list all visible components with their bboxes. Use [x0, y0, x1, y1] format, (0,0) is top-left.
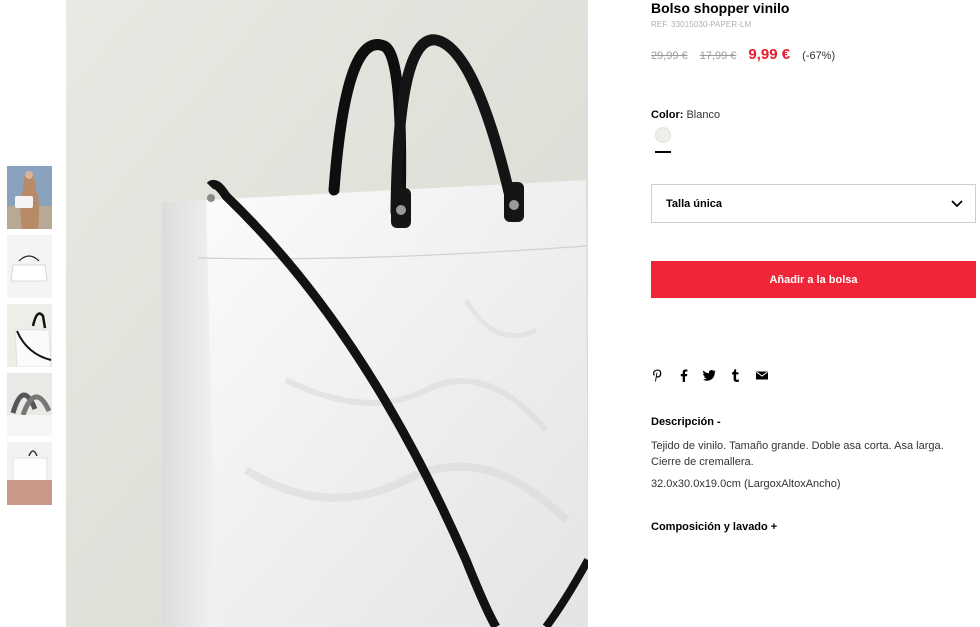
twitter-icon[interactable]: [703, 369, 716, 382]
color-swatch-blanco[interactable]: [655, 127, 671, 143]
share-icons: [651, 369, 781, 382]
product-title: Bolso shopper vinilo: [651, 0, 790, 16]
previous-price: 17,99 €: [699, 50, 737, 62]
thumbnail-angle[interactable]: [7, 304, 52, 367]
color-value: Blanco: [686, 109, 721, 121]
original-price: 29,99 €: [651, 50, 688, 62]
size-select[interactable]: Talla única: [651, 184, 976, 223]
description-toggle[interactable]: Descripción -: [651, 416, 721, 428]
thumbnail-model-detail[interactable]: [7, 442, 52, 505]
description-text: Tejido de vinilo. Tamaño grande. Doble a…: [651, 440, 944, 468]
product-reference: REF. 33015030-PAPER-LM: [651, 20, 752, 29]
composition-toggle[interactable]: Composición y lavado +: [651, 521, 777, 533]
product-dimensions: 32.0x30.0x19.0cm (LargoxAltoxAncho): [651, 478, 841, 490]
thumbnail-model[interactable]: [7, 166, 52, 229]
tumblr-icon[interactable]: [729, 369, 742, 382]
main-product-image[interactable]: [66, 0, 588, 627]
thumbnail-front[interactable]: [7, 235, 52, 298]
add-to-bag-label: Añadir a la bolsa: [769, 273, 858, 286]
thumbnail-detail[interactable]: [7, 373, 52, 436]
facebook-icon[interactable]: [677, 369, 690, 382]
add-to-bag-button[interactable]: Añadir a la bolsa: [651, 261, 976, 298]
thumbnail-gallery: [7, 166, 53, 511]
pinterest-icon[interactable]: [651, 369, 664, 382]
chevron-down-icon: [951, 195, 963, 213]
selected-swatch-indicator: [655, 151, 671, 153]
size-select-value: Talla única: [666, 197, 723, 210]
mail-icon[interactable]: [755, 369, 768, 382]
color-label: Color:: [651, 109, 684, 121]
discount-percentage: (-67%): [802, 50, 836, 62]
price-block: 29,99 € 17,99 € 9,99 € (-67%): [651, 46, 835, 63]
current-price: 9,99 €: [748, 46, 791, 63]
color-row: Color: Blanco: [651, 109, 720, 121]
